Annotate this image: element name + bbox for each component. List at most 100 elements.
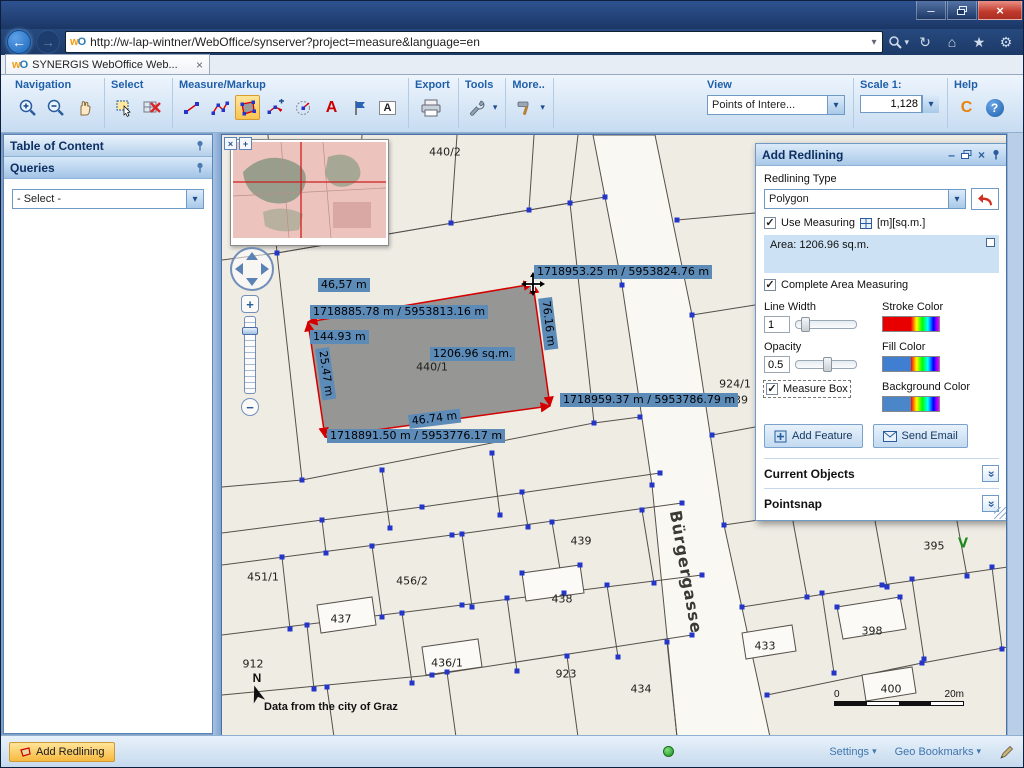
line-width-slider-thumb[interactable] xyxy=(801,317,810,332)
text-annotation-button[interactable]: A xyxy=(319,95,344,120)
help-button[interactable]: ? xyxy=(982,95,1007,120)
browser-back-button[interactable]: ← xyxy=(7,30,31,54)
url-field[interactable]: wO http://w-lap-wintner/WebOffice/synser… xyxy=(65,31,883,53)
sidebar-splitter[interactable] xyxy=(213,133,221,735)
opacity-slider-thumb[interactable] xyxy=(823,357,832,372)
home-button[interactable]: ⌂ xyxy=(941,34,963,50)
pan-tool-button[interactable] xyxy=(71,95,96,120)
area-popout-icon[interactable] xyxy=(986,238,995,247)
redlining-type-caret[interactable]: ▾ xyxy=(948,190,965,208)
stroke-rainbow-swatch[interactable] xyxy=(911,317,939,331)
view-dropdown[interactable]: Points of Intere... ▾ xyxy=(707,95,845,115)
tab-close-icon[interactable]: × xyxy=(196,58,203,72)
current-objects-section[interactable]: Current Objects « xyxy=(764,458,999,488)
use-measuring-checkbox[interactable]: ✓ xyxy=(764,217,776,229)
pan-down-icon[interactable] xyxy=(246,278,258,286)
measure-line-button[interactable] xyxy=(207,95,232,120)
vertex-marker xyxy=(1000,647,1005,652)
pin-icon[interactable] xyxy=(195,140,206,151)
pointsnap-section[interactable]: Pointsnap « xyxy=(764,488,999,514)
line-width-slider[interactable] xyxy=(795,320,857,329)
panel-minimize-icon[interactable]: – xyxy=(948,150,955,160)
window-restore-button[interactable] xyxy=(947,1,977,20)
window-close-button[interactable]: × xyxy=(978,1,1022,20)
sidebar-header-queries[interactable]: Queries xyxy=(4,157,212,179)
refresh-button[interactable]: ↻ xyxy=(914,34,936,51)
zoom-slider[interactable] xyxy=(244,316,256,394)
pin-icon[interactable] xyxy=(195,162,206,173)
measure-coordinate-button[interactable] xyxy=(179,95,204,120)
opacity-input[interactable] xyxy=(764,356,790,373)
query-select-dropdown[interactable]: - Select - ▾ xyxy=(12,189,204,209)
settings-link[interactable]: Settings ▾ xyxy=(829,746,876,758)
fill-color-picker[interactable] xyxy=(882,356,940,372)
pan-compass[interactable] xyxy=(230,247,274,291)
measure-box-checkbox[interactable]: ✓ xyxy=(766,383,778,395)
panel-header[interactable]: Add Redlining – × xyxy=(756,144,1007,166)
geo-bookmarks-link[interactable]: Geo Bookmarks ▾ xyxy=(895,746,981,758)
print-button[interactable] xyxy=(415,95,447,120)
zoom-slider-thumb[interactable] xyxy=(242,327,258,335)
vertex-marker xyxy=(675,218,680,223)
browser-forward-button[interactable]: → xyxy=(36,30,60,54)
add-feature-button[interactable]: Add Feature xyxy=(764,424,863,448)
view-dropdown-caret[interactable]: ▾ xyxy=(827,96,844,114)
scale-caret-button[interactable]: ▾ xyxy=(922,95,939,113)
pan-right-icon[interactable] xyxy=(261,263,269,275)
opacity-slider[interactable] xyxy=(795,360,857,369)
stroke-color-picker[interactable] xyxy=(882,316,940,332)
clear-selection-button[interactable] xyxy=(139,95,164,120)
url-autocomplete-caret[interactable]: ▾ xyxy=(869,37,878,48)
more-caret-icon[interactable]: ▾ xyxy=(540,102,545,113)
panel-close-icon[interactable]: × xyxy=(978,150,985,160)
sidebar-header-toc[interactable]: Table of Content xyxy=(4,135,212,157)
overview-move-button[interactable]: + xyxy=(239,137,252,150)
line-width-input[interactable] xyxy=(764,316,790,333)
printer-icon xyxy=(419,98,443,118)
url-text[interactable]: http://w-lap-wintner/WebOffice/synserver… xyxy=(90,35,864,49)
send-email-button[interactable]: Send Email xyxy=(873,424,968,448)
zoom-in-button[interactable]: + xyxy=(241,295,259,313)
panel-restore-icon[interactable] xyxy=(961,150,972,160)
edit-pencil-icon[interactable] xyxy=(999,744,1015,760)
panel-resize-grip[interactable] xyxy=(994,507,1006,519)
vertex-marker xyxy=(449,221,454,226)
zoom-out-tool-button[interactable] xyxy=(43,95,68,120)
tools-caret-icon[interactable]: ▾ xyxy=(493,102,498,113)
measure-circle-button[interactable] xyxy=(291,95,316,120)
measure-perimeter-button[interactable] xyxy=(263,95,288,120)
window-minimize-button[interactable]: – xyxy=(916,1,946,20)
favorites-button[interactable]: ★ xyxy=(968,34,990,51)
measure-area-button[interactable] xyxy=(235,95,260,120)
flag-marker-button[interactable] xyxy=(347,95,372,120)
background-rainbow-swatch[interactable] xyxy=(911,397,939,411)
map-container[interactable]: Bürgergasse Data from the city of Graz N… xyxy=(221,134,1007,736)
settings-gear-button[interactable]: ⚙ xyxy=(995,34,1017,51)
current-objects-expand-button[interactable]: « xyxy=(982,465,999,482)
panel-pin-icon[interactable] xyxy=(991,149,1001,160)
query-select-caret[interactable]: ▾ xyxy=(186,190,203,208)
active-tool-tab[interactable]: Add Redlining xyxy=(9,742,115,762)
undo-button[interactable] xyxy=(971,188,999,210)
zoom-in-tool-button[interactable] xyxy=(15,95,40,120)
label-button[interactable]: A xyxy=(375,95,400,120)
more-tools-button[interactable] xyxy=(512,95,537,120)
pan-up-icon[interactable] xyxy=(246,252,258,260)
overview-map[interactable] xyxy=(230,139,389,246)
pan-left-icon[interactable] xyxy=(235,263,243,275)
redlining-type-dropdown[interactable]: Polygon ▾ xyxy=(764,189,966,209)
pan-hand-icon xyxy=(74,98,94,118)
zoom-out-button[interactable]: − xyxy=(241,398,259,416)
vertex-marker xyxy=(990,565,995,570)
complete-area-checkbox[interactable]: ✓ xyxy=(764,279,776,291)
search-button[interactable]: ▾ xyxy=(888,35,909,49)
scale-input[interactable] xyxy=(860,95,922,113)
vertex-marker xyxy=(380,468,385,473)
browser-tab[interactable]: wO SYNERGIS WebOffice Web... × xyxy=(5,54,210,74)
fill-rainbow-swatch[interactable] xyxy=(911,357,939,371)
select-features-button[interactable] xyxy=(111,95,136,120)
overview-close-button[interactable]: × xyxy=(224,137,237,150)
contact-button[interactable]: C xyxy=(954,95,979,120)
background-color-picker[interactable] xyxy=(882,396,940,412)
tools-button[interactable] xyxy=(465,95,490,120)
